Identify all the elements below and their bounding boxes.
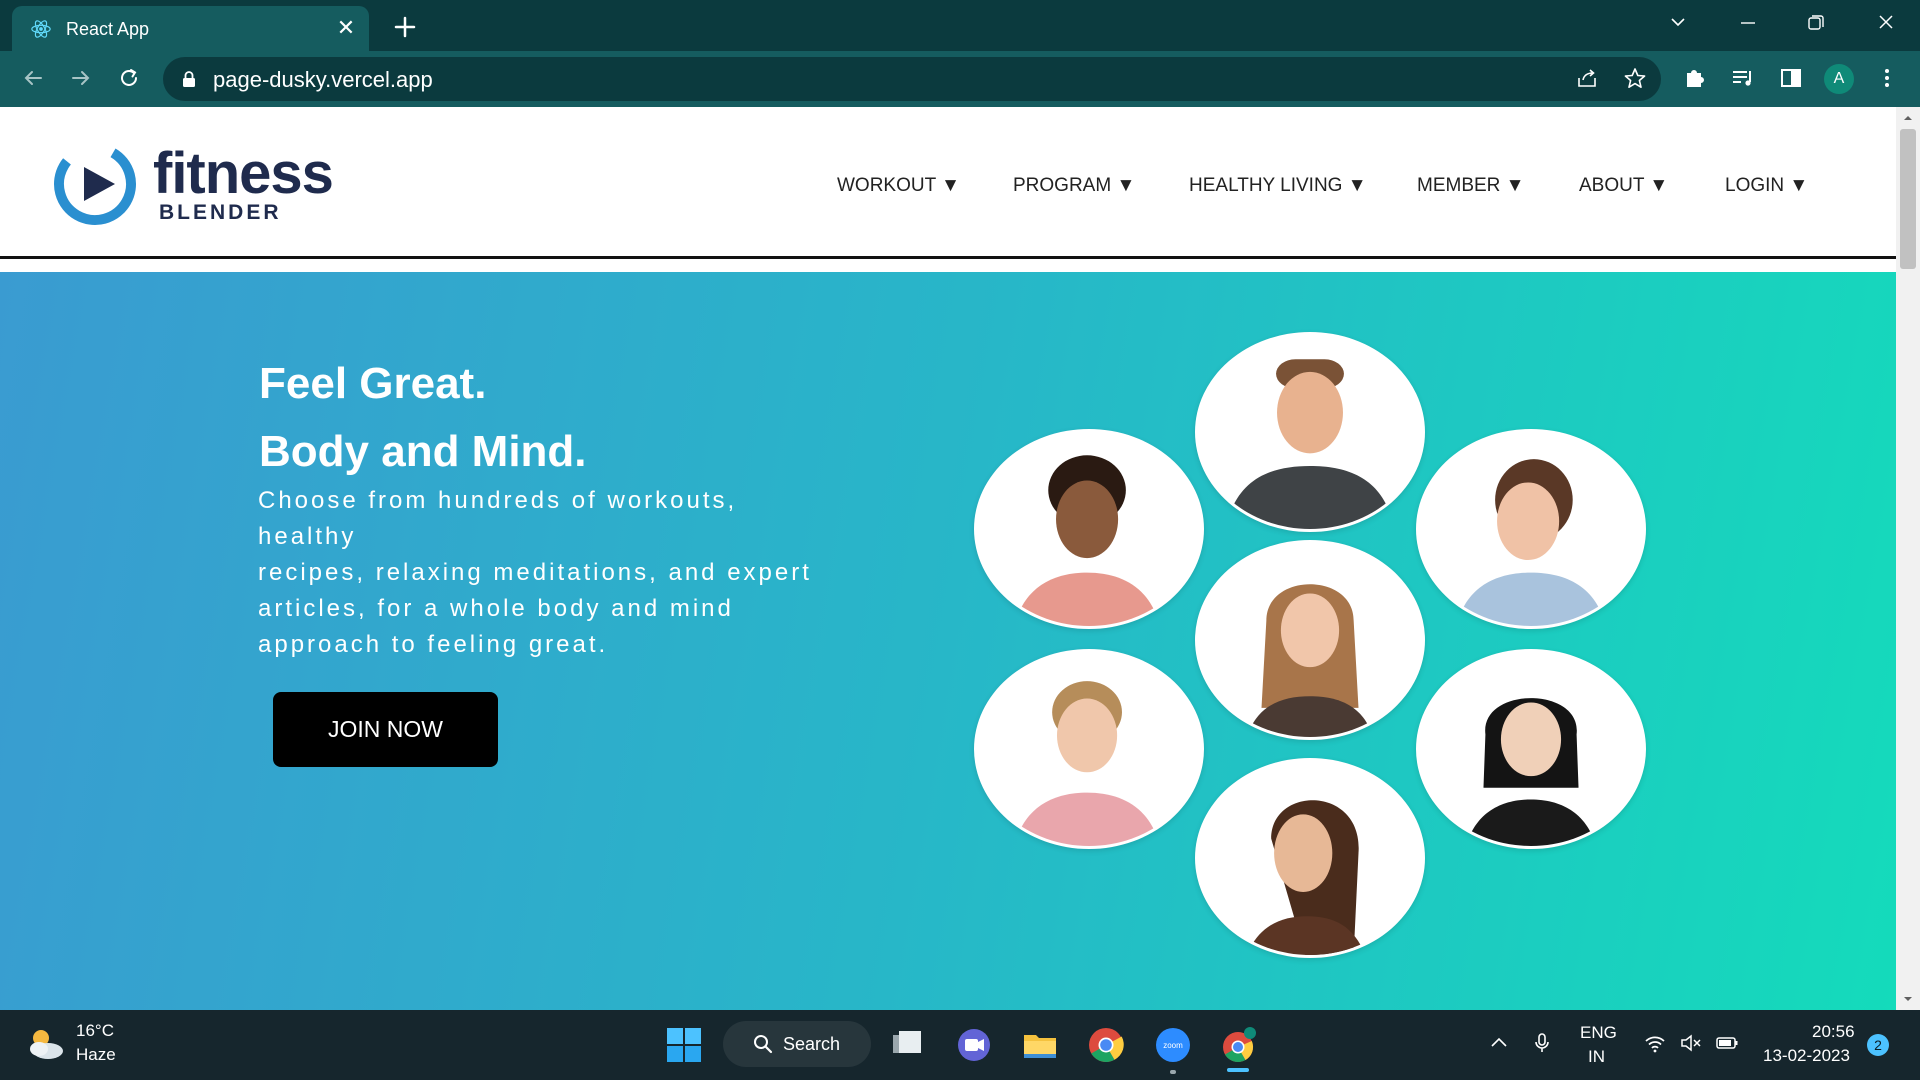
trainer-portrait <box>1195 540 1425 740</box>
active-app-indicator <box>1227 1068 1249 1072</box>
hero-description-line: approach to feeling great. <box>258 631 609 658</box>
battery-icon[interactable] <box>1715 1031 1739 1055</box>
react-favicon-icon <box>31 20 51 38</box>
page-viewport: fitness BLENDER WORKOUT ▼ PROGRAM ▼ HEAL… <box>0 107 1896 1010</box>
person-icon <box>1466 698 1596 846</box>
person-icon <box>1456 459 1606 626</box>
person-icon <box>1225 359 1395 529</box>
new-tab-icon[interactable] <box>390 12 420 42</box>
zoom-running-indicator <box>1170 1070 1176 1074</box>
page-scrollbar[interactable] <box>1896 107 1920 1010</box>
fitness-blender-logo-icon[interactable] <box>53 142 137 226</box>
site-header: fitness BLENDER WORKOUT ▼ PROGRAM ▼ HEAL… <box>0 107 1896 259</box>
scroll-up-arrow-icon[interactable] <box>1903 113 1913 123</box>
logo-subtitle: BLENDER <box>159 201 282 224</box>
hero-description-line: Choose from hundreds of workouts, <box>258 487 738 514</box>
taskbar-search[interactable]: Search <box>723 1021 871 1067</box>
back-arrow-icon[interactable] <box>18 63 48 93</box>
person-icon <box>1014 681 1160 846</box>
close-window-icon[interactable] <box>1868 8 1904 38</box>
browser-tab-bar: React App ✕ <box>0 0 1920 51</box>
person-icon <box>1246 584 1374 737</box>
search-label: Search <box>783 1034 841 1054</box>
profile-avatar[interactable]: A <box>1824 64 1854 94</box>
tray-overflow-chevron-icon[interactable] <box>1487 1031 1511 1055</box>
trainer-portrait <box>974 429 1204 629</box>
tab-title: React App <box>66 19 150 39</box>
side-panel-icon[interactable] <box>1777 64 1805 92</box>
weather-haze-icon[interactable] <box>24 1024 66 1064</box>
restore-icon[interactable] <box>1797 8 1833 38</box>
chrome-icon[interactable] <box>1087 1026 1125 1064</box>
minimize-icon[interactable] <box>1730 8 1766 38</box>
join-now-button[interactable]: JOIN NOW <box>273 692 498 767</box>
hero-description-line: recipes, relaxing meditations, and exper… <box>258 559 812 586</box>
reload-icon[interactable] <box>114 63 144 93</box>
browser-tab[interactable]: React App ✕ <box>12 6 369 51</box>
extensions-puzzle-icon[interactable] <box>1681 64 1709 92</box>
browser-toolbar: page-dusky.vercel.app A <box>0 51 1920 107</box>
clock-time[interactable]: 20:56 <box>1812 1022 1855 1042</box>
tab-close-icon[interactable]: ✕ <box>334 16 358 40</box>
windows-start-icon[interactable] <box>665 1026 703 1064</box>
search-icon <box>754 1035 773 1054</box>
svg-text:zoom: zoom <box>1163 1041 1183 1050</box>
hero-section: Feel Great. Body and Mind. Choose from h… <box>0 272 1896 1010</box>
hero-headline-line2: Body and Mind. <box>259 427 587 476</box>
trainer-portrait <box>1195 332 1425 532</box>
hero-description-line: healthy <box>258 523 357 550</box>
person-icon <box>1246 800 1366 955</box>
url-text[interactable]: page-dusky.vercel.app <box>213 67 433 93</box>
lock-icon[interactable] <box>181 70 197 88</box>
chrome-profile-icon[interactable] <box>1219 1026 1257 1064</box>
scroll-down-arrow-icon[interactable] <box>1903 994 1913 1004</box>
windows-taskbar: 16°C Haze Search zoom ENG IN 20:56 13-02… <box>0 1010 1920 1080</box>
tab-search-chevron-icon[interactable] <box>1660 8 1696 38</box>
nav-program[interactable]: PROGRAM ▼ <box>1013 175 1135 197</box>
clock-date[interactable]: 13-02-2023 <box>1763 1046 1850 1066</box>
browser-menu-icon[interactable] <box>1873 64 1901 92</box>
speaker-muted-icon[interactable] <box>1679 1031 1703 1055</box>
trainer-portrait <box>1416 429 1646 629</box>
address-bar[interactable]: page-dusky.vercel.app <box>163 57 1661 101</box>
bookmark-star-icon[interactable] <box>1622 66 1648 92</box>
trainer-portrait <box>1195 758 1425 958</box>
hero-headline-line1: Feel Great. <box>259 359 487 408</box>
wifi-icon[interactable] <box>1643 1031 1667 1055</box>
hero-description-line: articles, for a whole body and mind <box>258 595 734 622</box>
trainer-portrait <box>1416 649 1646 849</box>
task-view-icon[interactable] <box>889 1026 927 1064</box>
nav-workout[interactable]: WORKOUT ▼ <box>837 175 960 197</box>
share-icon[interactable] <box>1574 66 1600 92</box>
weather-condition[interactable]: Haze <box>76 1045 116 1065</box>
nav-about[interactable]: ABOUT ▼ <box>1579 175 1668 197</box>
forward-arrow-icon[interactable] <box>66 63 96 93</box>
zoom-icon[interactable]: zoom <box>1154 1026 1192 1064</box>
weather-temperature[interactable]: 16°C <box>76 1021 114 1041</box>
logo-wordmark[interactable]: fitness <box>153 145 334 203</box>
teams-chat-icon[interactable] <box>955 1026 993 1064</box>
nav-member[interactable]: MEMBER ▼ <box>1417 175 1524 197</box>
nav-login[interactable]: LOGIN ▼ <box>1725 175 1808 197</box>
scrollbar-thumb[interactable] <box>1900 129 1916 269</box>
input-region[interactable]: IN <box>1588 1047 1605 1067</box>
notification-count-badge[interactable]: 2 <box>1867 1034 1889 1056</box>
nav-healthy-living[interactable]: HEALTHY LIVING ▼ <box>1189 175 1367 197</box>
input-language[interactable]: ENG <box>1580 1023 1617 1043</box>
microphone-icon[interactable] <box>1530 1031 1554 1055</box>
person-icon <box>1014 455 1160 626</box>
trainer-portrait <box>974 649 1204 849</box>
file-explorer-icon[interactable] <box>1021 1026 1059 1064</box>
media-queue-icon[interactable] <box>1729 64 1757 92</box>
